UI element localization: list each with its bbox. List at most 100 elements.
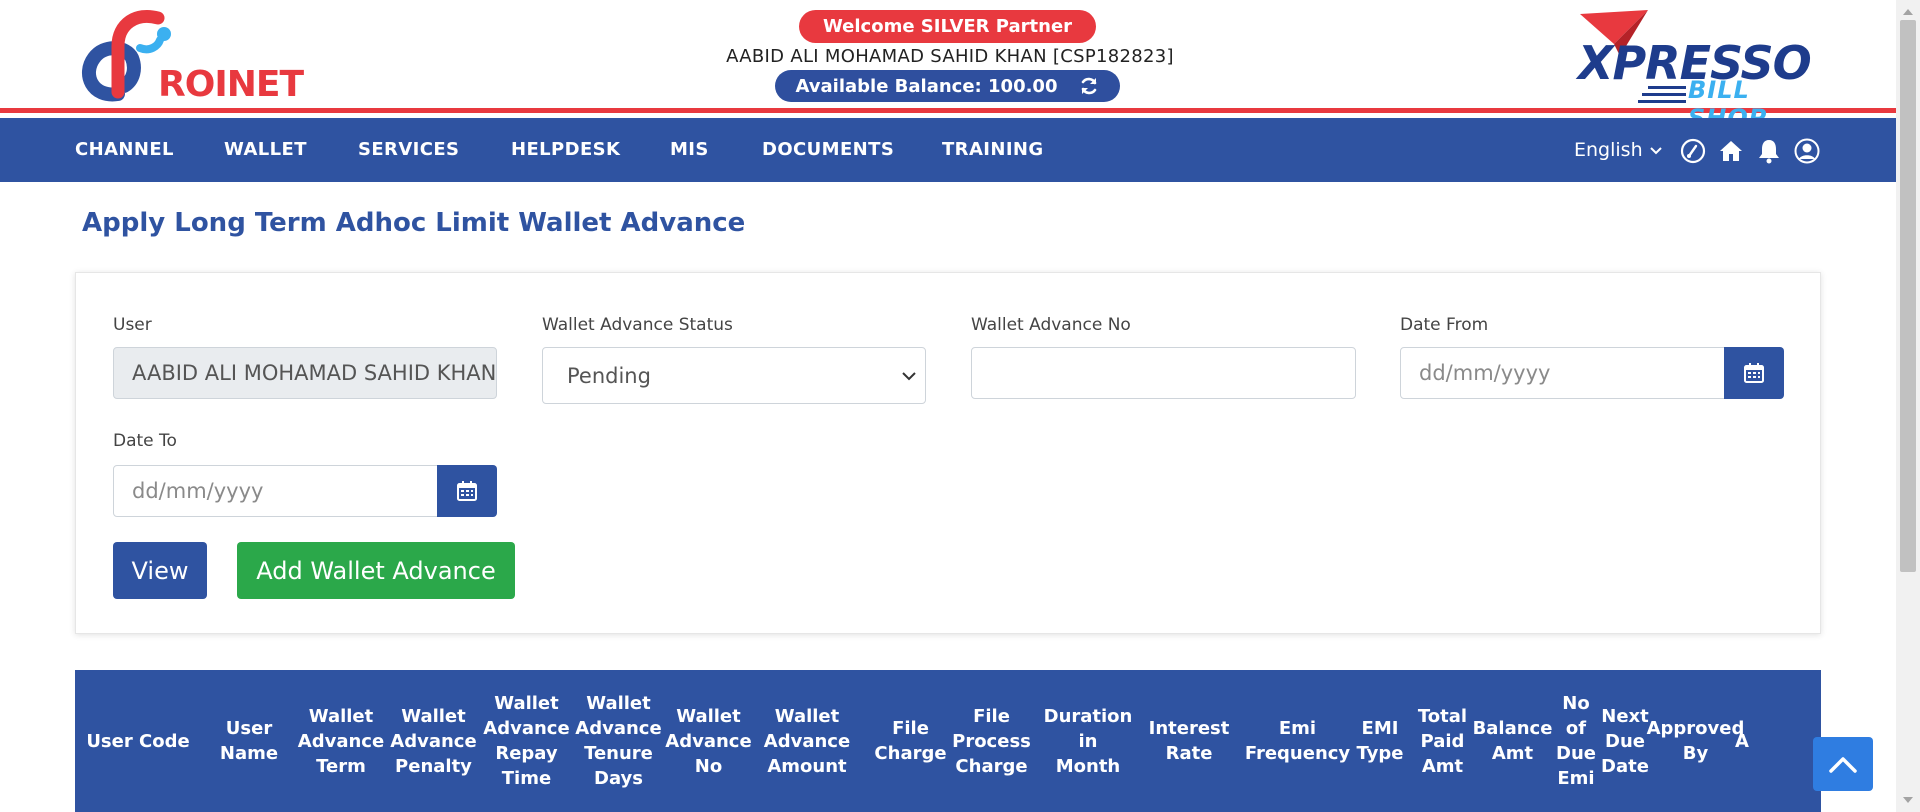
table-header-text: Charge (874, 743, 947, 764)
table-header-text: Paid (1420, 730, 1465, 752)
scroll-down-arrow-icon[interactable] (1902, 796, 1914, 806)
table-header-cell: Interest Rate (1143, 670, 1235, 812)
date-to-calendar-button[interactable] (437, 465, 497, 517)
table-header-text: Emi (1557, 768, 1595, 789)
table-header-cell: Wallet Advance Term (293, 670, 389, 812)
table-header-text: Approved (1646, 718, 1745, 739)
refresh-icon[interactable] (1079, 76, 1099, 96)
add-wallet-advance-button[interactable]: Add Wallet Advance (237, 542, 515, 599)
table-header-text: Wallet (586, 693, 651, 714)
table-header-text: Interest (1148, 718, 1230, 739)
nav-item-channel[interactable]: CHANNEL (75, 118, 174, 182)
table-header-text: Balance (1472, 718, 1553, 739)
wallet-advance-status-select[interactable]: Pending (542, 347, 926, 404)
table-header-cell: EMI Type (1350, 670, 1410, 812)
table-header-text: Due (1556, 743, 1596, 764)
table-header-text: Duration (1043, 705, 1133, 727)
table-header-cell: Emi Frequency (1240, 670, 1355, 812)
page-title: Apply Long Term Adhoc Limit Wallet Advan… (82, 208, 746, 238)
date-from-calendar-button[interactable] (1724, 347, 1784, 399)
table-header-cell: File Process Charge (947, 670, 1036, 812)
table-header-cell: Wallet Advance Tenure Days (572, 670, 665, 812)
language-selector[interactable]: English (1574, 118, 1663, 182)
table-header-text: in (1078, 730, 1098, 752)
top-header: ROINET Welcome SILVER Partner AABID ALI … (0, 0, 1896, 132)
user-profile-icon[interactable] (1794, 138, 1820, 164)
table-header-text: Advance (665, 730, 752, 752)
vertical-scrollbar[interactable] (1896, 0, 1920, 812)
table-header-text: Advance (763, 730, 851, 752)
table-header-text: Term (316, 755, 366, 777)
table-header-text: Next (1601, 705, 1649, 727)
status-field-label: Wallet Advance Status (542, 315, 733, 335)
table-header-text: EMI (1361, 718, 1399, 739)
wallet-advance-no-input[interactable] (971, 347, 1356, 399)
roinet-logo[interactable]: ROINET (74, 6, 304, 108)
table-header-text: A (1735, 730, 1749, 752)
scroll-up-arrow-icon[interactable] (1902, 6, 1914, 16)
status-selected-value: Pending (567, 363, 651, 388)
table-header-cell: Wallet Advance Repay Time (480, 670, 573, 812)
wallet-advance-table-header: User Code User Name Wallet Advance Term Wallet… (75, 670, 1821, 812)
dashboard-gauge-icon[interactable] (1680, 138, 1706, 164)
date-to-input[interactable]: dd/mm/yyyy (113, 465, 439, 517)
nav-item-training[interactable]: TRAINING (942, 118, 1044, 182)
table-header-text: File (892, 718, 929, 739)
table-header-text: Wallet (494, 693, 559, 714)
table-header-text: Process (952, 730, 1031, 752)
table-header-text: User (225, 718, 273, 739)
nav-item-services[interactable]: SERVICES (358, 118, 459, 182)
language-label: English (1574, 139, 1643, 161)
table-header-text: Advance (483, 718, 570, 739)
table-header-text: of (1565, 718, 1587, 739)
table-header-text: Penalty (395, 755, 472, 777)
table-header-text: Due (1605, 730, 1645, 752)
nav-item-documents[interactable]: DOCUMENTS (762, 118, 894, 182)
balance-badge: Available Balance: 100.00 (775, 70, 1120, 102)
table-header-text: Time (501, 768, 552, 789)
table-header-cell: A (1735, 670, 1821, 812)
bell-icon[interactable] (1756, 138, 1782, 164)
table-header-text: By (1682, 743, 1709, 764)
date-from-input[interactable]: dd/mm/yyyy (1400, 347, 1726, 399)
xpresso-bill-shop-logo[interactable]: XPRESSO BILL SHOP (1578, 10, 1823, 132)
nav-item-mis[interactable]: MIS (670, 118, 709, 182)
table-header-text: Charge (955, 755, 1028, 777)
scrollbar-thumb[interactable] (1900, 20, 1916, 572)
table-header-text: Name (219, 743, 279, 764)
table-header-cell: Wallet Advance Penalty (386, 670, 481, 812)
table-header-text: Date (1601, 755, 1649, 777)
table-header-cell: Wallet Advance Amount (752, 670, 862, 812)
scroll-to-top-button[interactable] (1813, 737, 1873, 791)
view-button[interactable]: View (113, 542, 207, 599)
table-header-text: Emi (1278, 718, 1317, 739)
calendar-icon (457, 481, 477, 501)
table-header-text: Amount (767, 755, 847, 777)
table-header-text: No (694, 755, 723, 777)
filter-form-card: User AABID ALI MOHAMAD SAHID KHAN Wallet… (75, 272, 1821, 634)
chevron-down-icon (902, 372, 916, 381)
table-header-cell: Approved By (1647, 670, 1745, 812)
nav-item-helpdesk[interactable]: HELPDESK (511, 118, 620, 182)
table-header-text: Wallet (774, 705, 840, 727)
table-header-text: User Code (86, 730, 190, 752)
home-icon[interactable] (1718, 138, 1744, 164)
table-header-cell: Wallet Advance No (665, 670, 752, 812)
nav-item-wallet[interactable]: WALLET (224, 118, 307, 182)
user-field: AABID ALI MOHAMAD SAHID KHAN (113, 347, 497, 399)
chevron-up-icon (1829, 757, 1857, 773)
advance-no-field-label: Wallet Advance No (971, 315, 1131, 335)
table-header-text: Repay (495, 743, 558, 764)
date-to-field-label: Date To (113, 431, 177, 451)
main-nav: CHANNEL WALLET SERVICES HELPDESK MIS DOC… (0, 118, 1896, 182)
table-header-text: Amt (1491, 743, 1534, 764)
table-header-cell: No of Due Emi (1555, 670, 1597, 812)
balance-text: Available Balance: 100.00 (795, 75, 1058, 97)
table-header-text: Days (594, 768, 643, 789)
table-header-text: Wallet (308, 705, 374, 727)
table-header-text: No (1562, 693, 1590, 714)
table-header-text: Tenure (584, 743, 653, 764)
table-header-text: Advance (390, 730, 477, 752)
table-header-text: Frequency (1244, 743, 1351, 764)
table-header-cell: Duration in Month (1036, 670, 1140, 812)
